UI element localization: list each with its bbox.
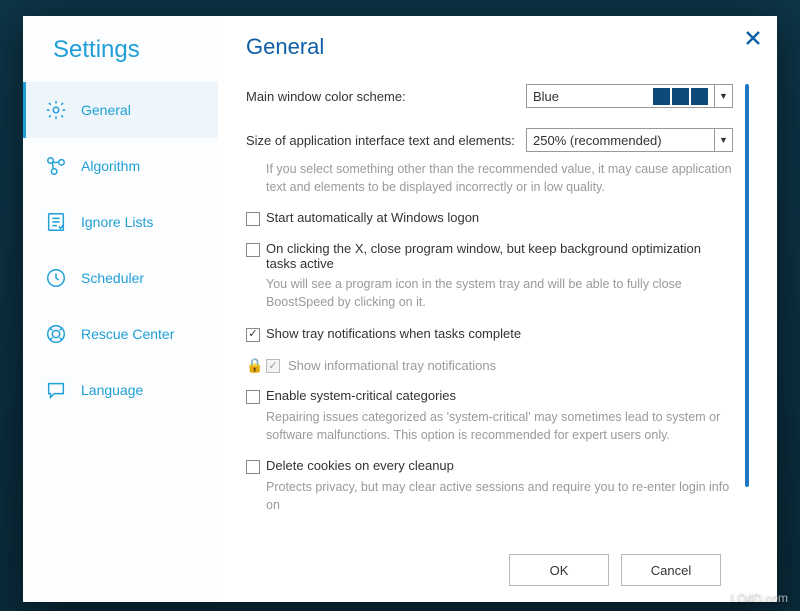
speech-bubble-icon: [45, 379, 67, 401]
checkbox-label: Start automatically at Windows logon: [266, 210, 479, 225]
sidebar-item-ignore-lists[interactable]: Ignore Lists: [23, 194, 218, 250]
color-swatch: [691, 88, 708, 105]
checkbox-row-syscrit[interactable]: Enable system-critical categories: [246, 388, 733, 404]
checkbox-label: Enable system-critical categories: [266, 388, 456, 403]
page-title: General: [246, 34, 749, 60]
checkbox[interactable]: [246, 243, 260, 257]
close-button[interactable]: [743, 28, 763, 48]
color-scheme-label: Main window color scheme:: [246, 89, 526, 104]
checkbox-label: On clicking the X, close program window,…: [266, 241, 733, 271]
locked-row-tray-info: 🔒 Show informational tray notifications: [246, 357, 733, 374]
checkbox[interactable]: [246, 390, 260, 404]
scrollbar-track[interactable]: [745, 84, 749, 542]
dialog-footer: OK Cancel: [246, 542, 749, 602]
sidebar-item-general[interactable]: General: [23, 82, 218, 138]
checkbox[interactable]: [246, 328, 260, 342]
sidebar-item-label: Language: [81, 382, 143, 398]
watermark: LO4D.com: [731, 591, 788, 605]
checkbox-row-cookies[interactable]: Delete cookies on every cleanup: [246, 458, 733, 474]
color-swatch: [653, 88, 670, 105]
cookies-hint: Protects privacy, but may clear active s…: [266, 478, 733, 514]
checkbox-label: Show informational tray notifications: [288, 358, 496, 373]
row-color-scheme: Main window color scheme: Blue ▼: [246, 84, 733, 108]
text-size-value: 250% (recommended): [533, 133, 662, 148]
sidebar-item-algorithm[interactable]: Algorithm: [23, 138, 218, 194]
scroll-area: Main window color scheme: Blue ▼: [246, 84, 749, 542]
dialog-body: Settings General Algorithm Ignore Lists …: [23, 16, 777, 602]
chevron-down-icon: ▼: [714, 85, 732, 107]
sidebar-item-rescue-center[interactable]: Rescue Center: [23, 306, 218, 362]
sidebar-item-label: Algorithm: [81, 158, 140, 174]
syscrit-hint: Repairing issues categorized as 'system-…: [266, 408, 733, 444]
nodes-icon: [45, 155, 67, 177]
sidebar-item-language[interactable]: Language: [23, 362, 218, 418]
cancel-button[interactable]: Cancel: [621, 554, 721, 586]
close-icon: [746, 31, 760, 45]
row-text-size: Size of application interface text and e…: [246, 128, 733, 152]
sidebar-item-label: Scheduler: [81, 270, 144, 286]
checkbox-label: Delete cookies on every cleanup: [266, 458, 454, 473]
text-size-label: Size of application interface text and e…: [246, 133, 526, 148]
sidebar-item-label: Ignore Lists: [81, 214, 153, 230]
settings-dialog: Settings General Algorithm Ignore Lists …: [23, 16, 777, 602]
sidebar-item-label: Rescue Center: [81, 326, 174, 342]
text-size-select[interactable]: 250% (recommended) ▼: [526, 128, 733, 152]
chevron-down-icon: ▼: [714, 129, 732, 151]
clock-icon: [45, 267, 67, 289]
scrollbar-thumb[interactable]: [745, 84, 749, 487]
sidebar: Settings General Algorithm Ignore Lists …: [23, 16, 218, 602]
lifebuoy-icon: [45, 323, 67, 345]
ok-button[interactable]: OK: [509, 554, 609, 586]
sidebar-title: Settings: [23, 30, 218, 82]
color-scheme-value: Blue: [533, 89, 559, 104]
checkbox-row-close-x[interactable]: On clicking the X, close program window,…: [246, 241, 733, 271]
scrollbar[interactable]: ▲ ▼: [745, 84, 749, 542]
text-size-hint: If you select something other than the r…: [266, 160, 733, 196]
checkbox-row-autostart[interactable]: Start automatically at Windows logon: [246, 210, 733, 226]
checkbox[interactable]: [246, 460, 260, 474]
list-check-icon: [45, 211, 67, 233]
color-swatch: [672, 88, 689, 105]
checkbox-disabled: [266, 359, 280, 373]
checkbox-label: Show tray notifications when tasks compl…: [266, 326, 521, 341]
main-panel: General Main window color scheme: Blue ▼: [218, 16, 777, 602]
checkbox[interactable]: [246, 212, 260, 226]
sidebar-item-scheduler[interactable]: Scheduler: [23, 250, 218, 306]
color-scheme-select[interactable]: Blue ▼: [526, 84, 733, 108]
close-x-hint: You will see a program icon in the syste…: [266, 275, 733, 311]
lock-icon: 🔒: [246, 357, 258, 374]
gear-icon: [45, 99, 67, 121]
sidebar-item-label: General: [81, 102, 131, 118]
checkbox-row-tray-complete[interactable]: Show tray notifications when tasks compl…: [246, 326, 733, 342]
